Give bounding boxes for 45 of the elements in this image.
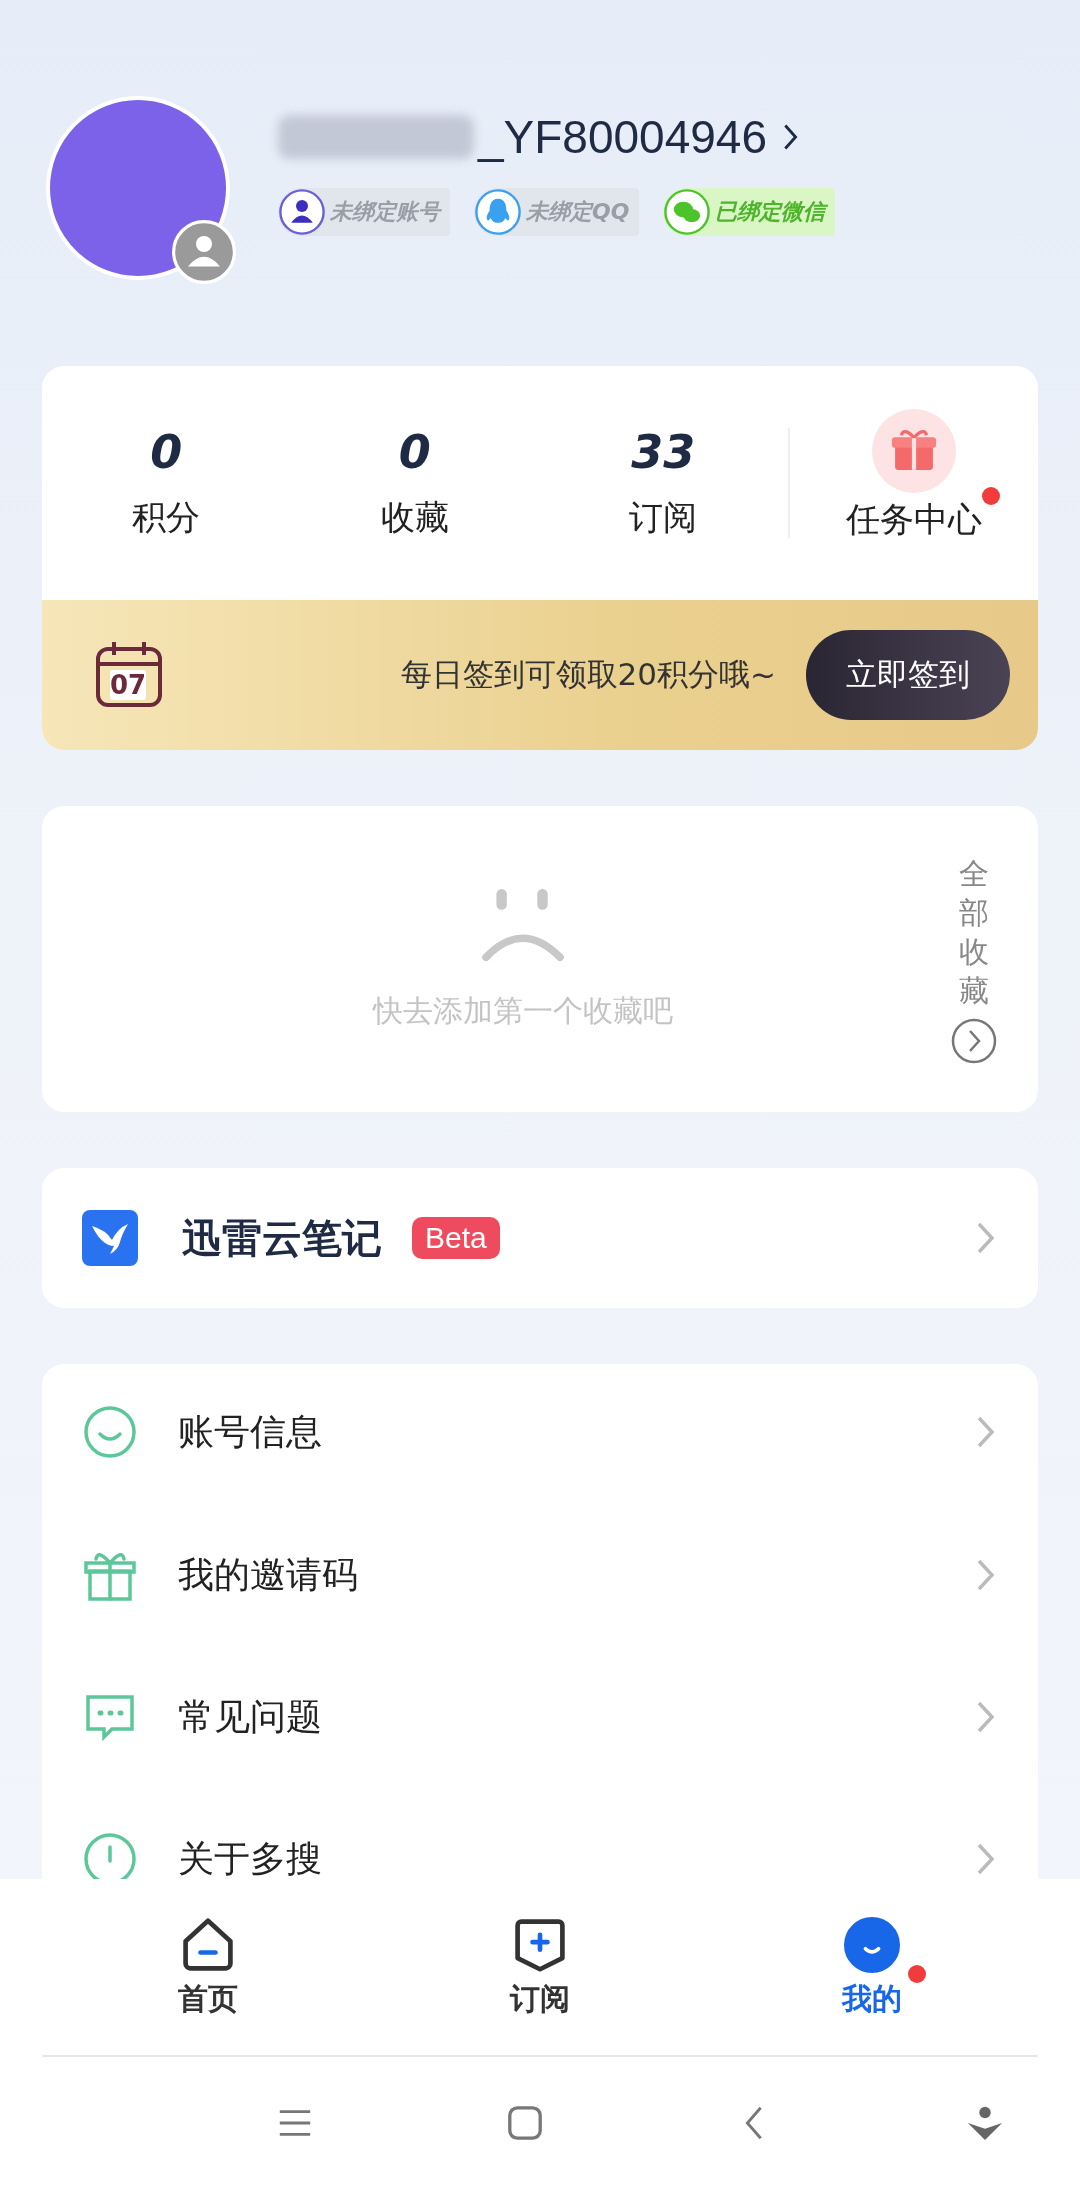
beta-tag: Beta <box>412 1217 500 1259</box>
calendar-day: 07 <box>110 670 147 700</box>
menu-item[interactable]: 账号信息 <box>82 1360 996 1504</box>
stat-label[interactable]: 积分 <box>132 495 201 541</box>
chat-bubbles-icon <box>663 188 712 236</box>
person-icon <box>172 220 236 284</box>
menu-item[interactable]: 我的邀请码 <box>82 1504 996 1646</box>
bird-icon <box>82 1210 138 1266</box>
gift-icon[interactable] <box>871 409 956 493</box>
username[interactable]: _YF80004946 <box>478 110 768 164</box>
home-icon <box>180 1916 236 1973</box>
chevron-icon <box>976 1221 996 1255</box>
sad-face-icon <box>480 886 566 963</box>
stat-label[interactable]: 订阅 <box>629 495 698 541</box>
checkin-button[interactable]: 立即签到 <box>806 630 1010 720</box>
info-icon <box>82 1831 138 1879</box>
person-icon <box>278 188 326 236</box>
stat-value[interactable]: 0 <box>398 425 431 479</box>
tab[interactable]: 首页 <box>42 1879 374 2057</box>
empty-message: 快去添加第一个收藏吧 <box>373 991 673 1030</box>
notes-row[interactable]: 迅雷云笔记 Beta <box>42 1168 1038 1308</box>
tab[interactable]: 我的 <box>706 1879 1038 2057</box>
calendar-icon <box>94 640 164 710</box>
shield-plus-icon <box>512 1916 568 1973</box>
tab[interactable]: 订阅 <box>374 1879 706 2057</box>
all-favorites-link[interactable]: 全部收藏 <box>959 854 989 1010</box>
smiley-icon <box>844 1916 900 1973</box>
stat-value[interactable]: 0 <box>150 425 183 479</box>
chevron-icon[interactable] <box>783 123 800 151</box>
chevron-icon <box>976 1700 996 1734</box>
assistant-icon[interactable] <box>966 2104 1004 2142</box>
stat-label[interactable]: 收藏 <box>380 495 449 541</box>
menu-item[interactable]: 关于多搜 <box>82 1788 996 1879</box>
home-square-icon[interactable] <box>506 2104 544 2142</box>
stat-value[interactable]: 33 <box>631 425 696 479</box>
penguin-icon <box>474 188 522 236</box>
smiley-icon <box>82 1404 138 1460</box>
chevron-circle-icon[interactable] <box>951 1018 997 1064</box>
chevron-icon <box>976 1842 996 1876</box>
notes-label: 迅雷云笔记 <box>182 1213 382 1263</box>
chevron-icon <box>976 1415 996 1449</box>
chevron-icon <box>976 1558 996 1592</box>
task-center-label[interactable]: 任务中心 <box>845 499 982 539</box>
checkin-text: 每日签到可领取20积分哦~ <box>399 655 776 694</box>
menu-item[interactable]: 常见问题 <box>82 1646 996 1788</box>
